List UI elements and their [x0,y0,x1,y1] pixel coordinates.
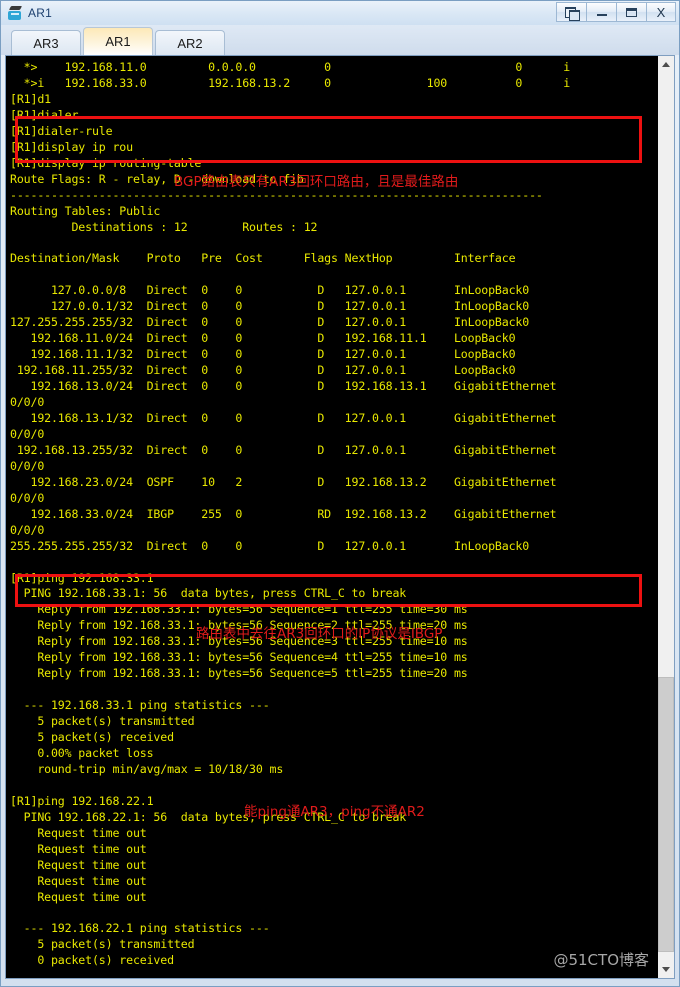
tab-ar1[interactable]: AR1 [83,27,153,55]
terminal-panel: *> 192.168.11.0 0.0.0.0 0 0 i *>i 192.16… [5,55,675,979]
maximize-icon [626,7,637,17]
window-title: AR1 [28,6,52,20]
scroll-down-button[interactable] [658,961,674,978]
scrollbar-track[interactable] [658,73,674,961]
maximize-button[interactable] [616,2,646,22]
annotation-ping-result-note: 能ping通AR3，ping不通AR2 [244,804,425,820]
minimize-icon [596,14,607,16]
tab-ar2-label: AR2 [177,35,203,51]
restore-button[interactable] [556,2,586,22]
console-text: *> 192.168.11.0 0.0.0.0 0 0 i *>i 192.16… [10,60,571,968]
minimize-button[interactable] [586,2,616,22]
router-icon [7,5,23,21]
tab-strip: AR3 AR1 AR2 [1,25,679,55]
title-bar: AR1 X [1,1,679,25]
watermark: @51CTO博客 [553,951,649,969]
vertical-scrollbar[interactable] [657,56,674,978]
annotation-ibgp-route-note: 路由表中去往AR3回环口的IP协议是IBGP [196,626,443,642]
tab-ar2[interactable]: AR2 [155,30,225,55]
chevron-up-icon [662,62,670,67]
close-button[interactable]: X [646,2,676,22]
close-icon: X [656,4,666,20]
console-output-area[interactable]: *> 192.168.11.0 0.0.0.0 0 0 i *>i 192.16… [6,56,657,978]
window-controls: X [556,2,676,22]
tab-ar3[interactable]: AR3 [11,30,81,55]
annotation-bgp-table-note: BGP路由表只有AR3回环口路由，且是最佳路由 [174,174,459,190]
restore-icon [565,6,580,21]
scroll-up-button[interactable] [658,56,674,73]
chevron-down-icon [662,967,670,972]
scrollbar-thumb[interactable] [658,676,674,953]
ar1-window: AR1 X AR3 AR1 AR2 *> 192.168.11.0 0.0.0.… [0,0,680,987]
tab-ar3-label: AR3 [33,35,59,51]
tab-ar1-label: AR1 [105,34,131,49]
